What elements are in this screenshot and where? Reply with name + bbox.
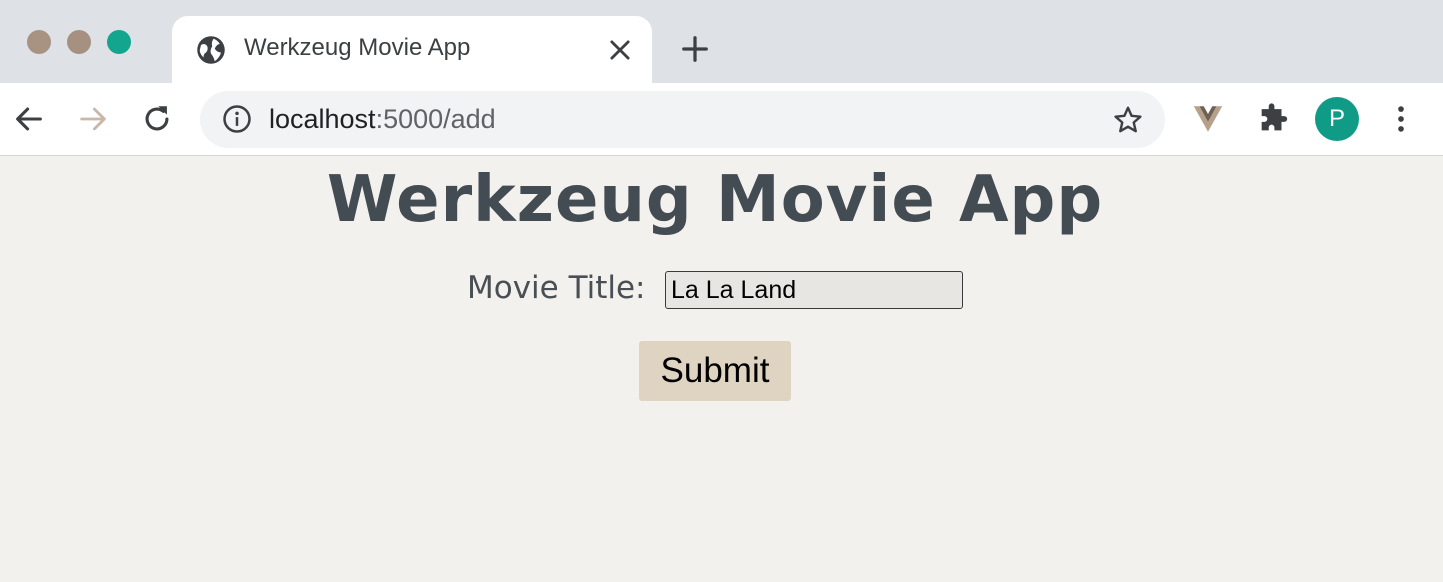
star-icon[interactable] xyxy=(1112,104,1144,136)
forward-arrow-icon[interactable] xyxy=(76,102,110,136)
reload-icon[interactable] xyxy=(140,102,174,136)
submit-button[interactable]: Submit xyxy=(639,341,791,401)
movie-title-input[interactable] xyxy=(665,271,963,309)
page-title: Werkzeug Movie App xyxy=(326,163,1104,237)
info-icon[interactable] xyxy=(222,104,252,134)
url-text[interactable]: localhost:5000/add xyxy=(269,104,496,135)
close-icon[interactable] xyxy=(606,36,634,64)
movie-title-label: Movie Title: xyxy=(467,270,646,306)
browser-window: Werkzeug Movie App localhost:5000/add P … xyxy=(0,0,1443,582)
tab-strip: Werkzeug Movie App xyxy=(0,0,1443,83)
globe-icon xyxy=(197,36,225,64)
browser-toolbar: localhost:5000/add P xyxy=(0,83,1443,156)
window-close-button[interactable] xyxy=(27,30,51,54)
kebab-menu-icon[interactable] xyxy=(1384,102,1418,136)
address-bar[interactable]: localhost:5000/add xyxy=(200,91,1165,148)
window-minimize-button[interactable] xyxy=(67,30,91,54)
url-host: localhost xyxy=(269,104,376,134)
tab-werkzeug-movie-app[interactable]: Werkzeug Movie App xyxy=(172,16,652,83)
plus-icon[interactable] xyxy=(680,34,710,64)
puzzle-icon[interactable] xyxy=(1256,102,1290,136)
url-path: :5000/add xyxy=(375,104,496,134)
page-content: Werkzeug Movie App Movie Title: Submit xyxy=(0,157,1443,582)
tab-title: Werkzeug Movie App xyxy=(244,34,471,61)
window-maximize-button[interactable] xyxy=(107,30,131,54)
vue-devtools-icon[interactable] xyxy=(1190,102,1226,136)
profile-avatar[interactable]: P xyxy=(1315,97,1359,141)
back-arrow-icon[interactable] xyxy=(12,102,46,136)
